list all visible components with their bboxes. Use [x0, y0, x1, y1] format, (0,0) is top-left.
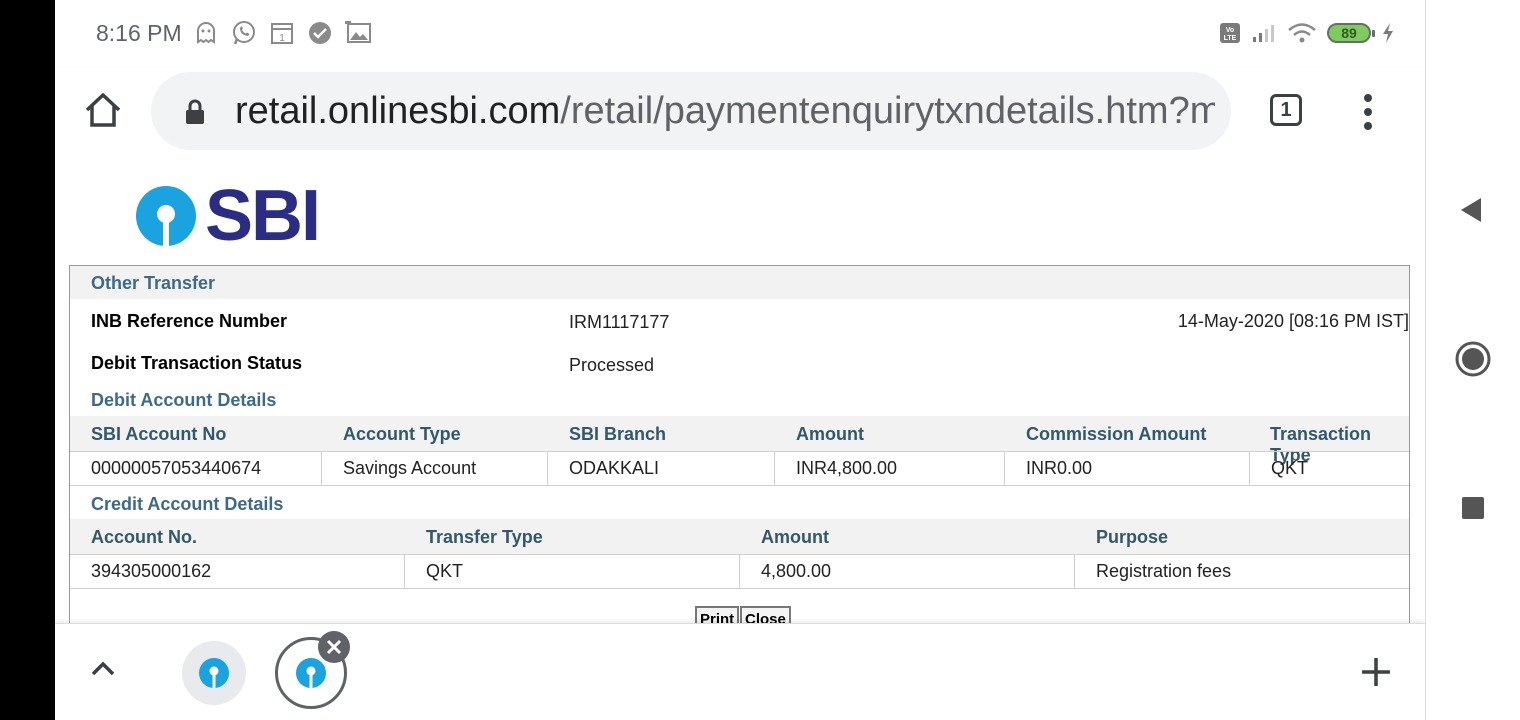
url-text[interactable]: retail.onlinesbi.com/retail/paymentenqui… [235, 90, 1215, 132]
notification-icons: 1 [193, 20, 373, 46]
whatsapp-icon [233, 21, 255, 45]
debit-transaction-type: QKT [1271, 458, 1309, 478]
browser-toolbar: retail.onlinesbi.com/retail/paymentenqui… [55, 68, 1425, 169]
debit-col-account-no: SBI Account No [91, 424, 227, 444]
tab-count: 1 [1280, 98, 1292, 121]
inb-reference-value: IRM1117177 [569, 312, 670, 332]
svg-text:1: 1 [279, 33, 285, 44]
debit-col-commission: Commission Amount [1026, 424, 1207, 444]
volte-icon: VoLTE [1220, 23, 1240, 43]
debit-account-title: Debit Account Details [91, 390, 277, 410]
signal-icon [1253, 25, 1274, 42]
credit-col-transfer-type: Transfer Type [426, 527, 543, 547]
home-button-icon[interactable] [1455, 341, 1491, 377]
android-nav-bar [1425, 0, 1520, 720]
ghost-icon [197, 22, 215, 44]
inb-reference-label: INB Reference Number [91, 311, 288, 331]
status-time: 8:16 PM [96, 20, 182, 46]
debit-col-branch: SBI Branch [569, 424, 667, 444]
credit-col-amount: Amount [761, 527, 829, 547]
credit-col-account-no: Account No. [91, 527, 197, 547]
debit-branch: ODAKKALI [548, 452, 775, 485]
recents-icon[interactable] [1462, 497, 1484, 519]
print-button[interactable]: Print [695, 606, 740, 623]
chevron-up-icon[interactable] [91, 660, 115, 676]
debit-col-amount: Amount [796, 424, 864, 444]
more-menu-icon[interactable] [1355, 92, 1381, 132]
transaction-datetime: 14-May-2020 [08:16 PM IST] [1177, 311, 1409, 331]
charging-icon [1383, 23, 1393, 43]
battery-icon: 89 [1327, 23, 1375, 43]
sbi-logo: SBI [135, 176, 321, 256]
transaction-details-panel: Other Transfer INB Reference Number IRM1… [69, 265, 1410, 623]
sbi-favicon-icon [296, 658, 326, 688]
url-bar[interactable]: retail.onlinesbi.com/retail/paymentenqui… [151, 72, 1231, 150]
url-host: retail.onlinesbi.com [235, 90, 561, 132]
battery-level: 89 [1341, 25, 1357, 41]
sbi-logo-text: SBI [205, 176, 321, 256]
tab-switcher-button[interactable]: 1 [1270, 94, 1302, 126]
credit-col-purpose: Purpose [1096, 527, 1169, 547]
credit-table-row: 394305000162 QKT 4,800.00 Registration f… [70, 554, 1409, 589]
status-bar: 8:16 PM 1 Vo LTE 89 [55, 0, 1425, 68]
debit-amount: INR4,800.00 [775, 452, 1005, 485]
debit-table-row: 00000057053440674 Savings Account ODAKKA… [70, 451, 1409, 486]
other-transfer-header: Other Transfer [70, 266, 1409, 299]
phone-screen: 8:16 PM 1 Vo LTE 89 retail.onlinesbi.com/… [55, 0, 1425, 720]
back-icon[interactable] [1459, 196, 1483, 224]
home-icon[interactable] [83, 90, 123, 130]
svg-text:Vo: Vo [1226, 27, 1234, 34]
sbi-keyhole-icon [136, 186, 196, 247]
debit-table-header: SBI Account No Account Type SBI Branch A… [70, 416, 1409, 465]
svg-text:LTE: LTE [1224, 35, 1237, 42]
gallery-icon [345, 21, 371, 43]
sbi-favicon-icon [199, 658, 229, 688]
close-button[interactable]: Close [740, 606, 791, 623]
debit-account-type: Savings Account [322, 452, 548, 485]
debit-status-label: Debit Transaction Status [91, 353, 303, 373]
plus-icon[interactable] [1360, 656, 1392, 688]
lock-icon[interactable] [185, 99, 205, 125]
web-page: SBI Other Transfer INB Reference Number … [55, 168, 1425, 623]
tab-strip [55, 623, 1425, 720]
credit-purpose: Registration fees [1096, 561, 1232, 581]
debit-col-account-type: Account Type [343, 424, 461, 444]
debit-status-value: Processed [569, 355, 655, 375]
calendar-icon: 1 [271, 23, 293, 44]
credit-account-title: Credit Account Details [91, 494, 284, 514]
wifi-icon [1288, 23, 1316, 43]
credit-transfer-type: QKT [405, 555, 740, 588]
credit-table-header: Account No. Transfer Type Amount Purpose [70, 519, 1409, 554]
close-icon [326, 639, 342, 655]
system-icons: Vo LTE 89 [1219, 22, 1395, 44]
credit-amount: 4,800.00 [740, 555, 1075, 588]
url-path: /retail/paymentenquirytxndetails.htm?m [560, 90, 1215, 132]
check-circle-icon [309, 22, 331, 44]
debit-commission: INR0.00 [1005, 452, 1250, 485]
tab-thumbnail[interactable] [182, 641, 246, 705]
close-tab-button[interactable] [318, 631, 350, 663]
debit-account-no: 00000057053440674 [70, 452, 322, 485]
credit-account-no: 394305000162 [70, 555, 405, 588]
other-transfer-title: Other Transfer [91, 273, 216, 293]
